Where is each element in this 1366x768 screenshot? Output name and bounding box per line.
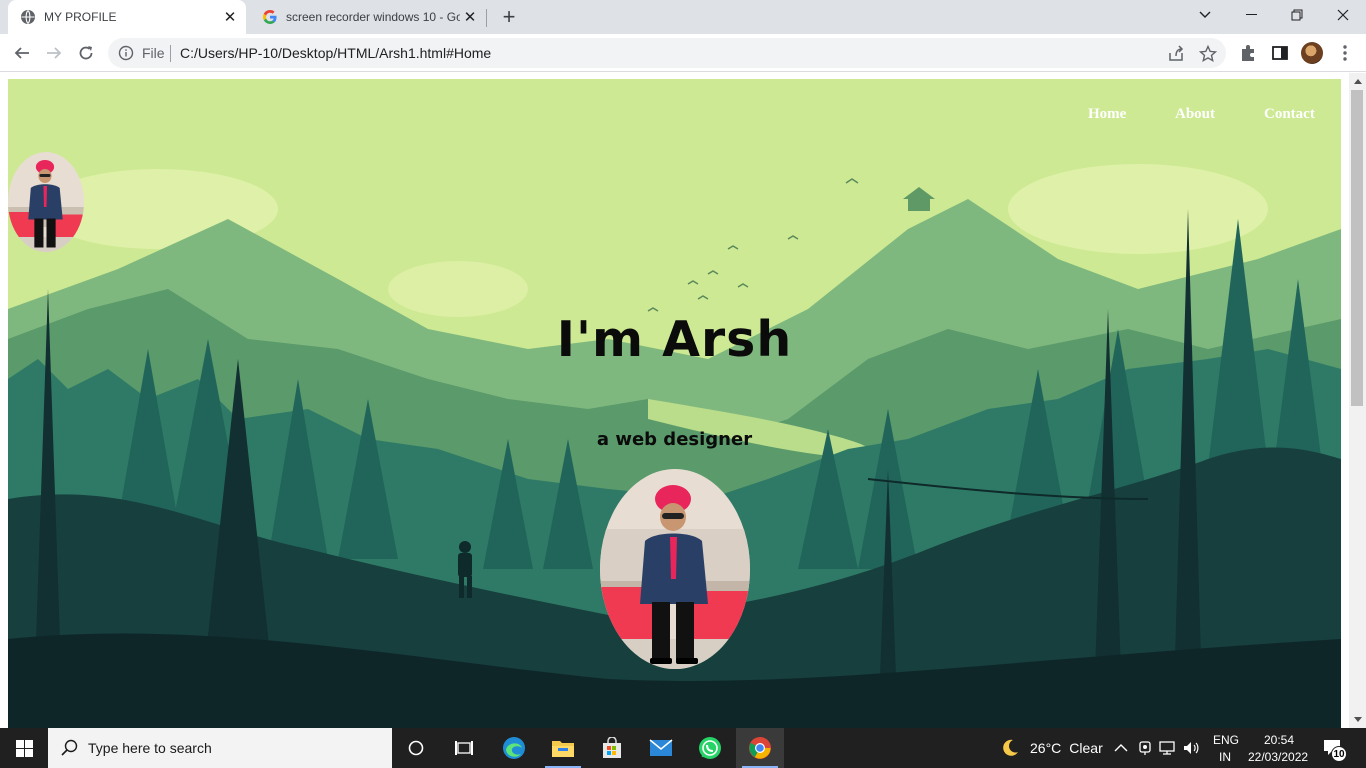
taskbar-whatsapp[interactable] <box>686 728 734 768</box>
caret-up-icon <box>1353 79 1362 84</box>
search-placeholder: Type here to search <box>88 740 212 756</box>
chrome-icon <box>749 737 771 759</box>
star-icon[interactable] <box>1199 45 1217 63</box>
close-tab-icon[interactable]: ✕ <box>220 7 240 27</box>
store-icon <box>603 737 621 758</box>
close-window-button[interactable] <box>1320 0 1366 30</box>
whatsapp-icon <box>699 737 721 759</box>
hero-subtitle: a web designer <box>596 429 753 450</box>
tab-separator <box>486 9 487 27</box>
minimize-button[interactable] <box>1228 0 1274 30</box>
taskbar-store[interactable] <box>588 728 636 768</box>
tab-title: screen recorder windows 10 - Go <box>286 10 460 24</box>
taskbar-search-box[interactable]: Type here to search <box>48 728 392 768</box>
new-tab-button[interactable]: + <box>497 4 521 29</box>
hero-section: Home About Contact I'm Arsh a web design… <box>8 79 1341 728</box>
page-viewport: Home About Contact I'm Arsh a web design… <box>0 73 1366 728</box>
mail-icon <box>649 739 673 756</box>
tab-strip: MY PROFILE ✕ screen recorder windows 10 … <box>0 0 1366 34</box>
volume-icon[interactable] <box>1182 740 1200 756</box>
nav-link-about[interactable]: About <box>1175 106 1215 123</box>
folder-icon <box>552 741 574 757</box>
scroll-down-arrow[interactable] <box>1349 711 1366 728</box>
google-icon <box>263 10 277 24</box>
hero-title: I'm Arsh <box>556 311 793 368</box>
close-icon <box>1337 9 1349 21</box>
address-bar[interactable]: File C:/Users/HP-10/Desktop/HTML/Arsh1.h… <box>108 38 1226 68</box>
weather-widget[interactable]: 26°C Clear <box>1000 728 1103 768</box>
moon-icon <box>1003 739 1018 756</box>
profile-photo-large <box>600 469 750 669</box>
reload-icon <box>79 46 93 60</box>
forward-button[interactable] <box>40 39 68 67</box>
share-icon[interactable] <box>1167 45 1185 63</box>
chevron-down-icon <box>1199 11 1211 18</box>
menu-dots-icon[interactable] <box>1335 43 1355 63</box>
notification-center-button[interactable]: 10 <box>1322 738 1347 762</box>
globe-icon <box>21 10 35 24</box>
meet-now-icon[interactable] <box>1138 740 1152 756</box>
language-line1[interactable]: ENG <box>1213 733 1239 747</box>
back-button[interactable] <box>8 39 36 67</box>
tab-search-button[interactable] <box>1182 0 1228 30</box>
edge-icon <box>503 737 525 759</box>
restore-button[interactable] <box>1274 0 1320 30</box>
task-view-icon <box>455 741 473 755</box>
tab-title: MY PROFILE <box>44 10 117 24</box>
tab-google-search[interactable]: screen recorder windows 10 - Go ✕ <box>250 0 486 34</box>
top-nav: Home About Contact <box>8 106 1341 126</box>
omnibox-divider <box>170 45 171 62</box>
scroll-up-arrow[interactable] <box>1349 73 1366 90</box>
info-icon[interactable] <box>118 45 134 61</box>
scheme-label: File <box>142 45 165 61</box>
taskbar-edge[interactable] <box>490 728 538 768</box>
taskbar-chrome[interactable] <box>736 728 784 768</box>
nav-link-contact[interactable]: Contact <box>1264 106 1315 123</box>
profile-photo-small <box>8 152 84 252</box>
task-view-button[interactable] <box>440 728 488 768</box>
scrollbar-thumb[interactable] <box>1351 90 1363 406</box>
taskbar-file-explorer[interactable] <box>539 728 587 768</box>
tab-my-profile[interactable]: MY PROFILE ✕ <box>8 0 246 34</box>
taskbar-mail[interactable] <box>637 728 685 768</box>
clock-date[interactable]: 22/03/2022 <box>1248 750 1308 764</box>
search-icon <box>61 739 78 756</box>
reload-button[interactable] <box>72 39 100 67</box>
windows-logo-icon <box>15 739 33 757</box>
cortana-icon <box>408 740 424 756</box>
chevron-up-icon[interactable] <box>1114 743 1128 753</box>
system-tray-icons <box>1114 728 1200 768</box>
vertical-scrollbar[interactable] <box>1349 73 1366 728</box>
extensions-icon[interactable] <box>1238 43 1258 63</box>
windows-taskbar: Type here to search 26°C Clear ENG IN 20… <box>0 728 1366 768</box>
url-text[interactable]: C:/Users/HP-10/Desktop/HTML/Arsh1.html#H… <box>180 45 491 61</box>
side-panel-icon[interactable] <box>1270 43 1290 63</box>
weather-condition: Clear <box>1069 740 1103 756</box>
arrow-left-icon <box>14 47 29 59</box>
nav-link-home[interactable]: Home <box>1088 106 1126 123</box>
clock-time[interactable]: 20:54 <box>1264 733 1294 747</box>
weather-temperature: 26°C <box>1030 740 1062 756</box>
close-tab-icon[interactable]: ✕ <box>460 7 480 27</box>
network-icon[interactable] <box>1158 740 1176 756</box>
language-line2[interactable]: IN <box>1219 750 1231 764</box>
minimize-icon <box>1245 14 1257 15</box>
notification-count-badge: 10 <box>1331 746 1347 762</box>
arrow-right-icon <box>47 47 62 59</box>
caret-down-icon <box>1353 717 1362 722</box>
cortana-button[interactable] <box>392 728 440 768</box>
start-button[interactable] <box>0 728 48 768</box>
restore-icon <box>1291 9 1303 21</box>
profile-avatar[interactable] <box>1301 42 1323 64</box>
browser-toolbar: File C:/Users/HP-10/Desktop/HTML/Arsh1.h… <box>0 34 1366 72</box>
